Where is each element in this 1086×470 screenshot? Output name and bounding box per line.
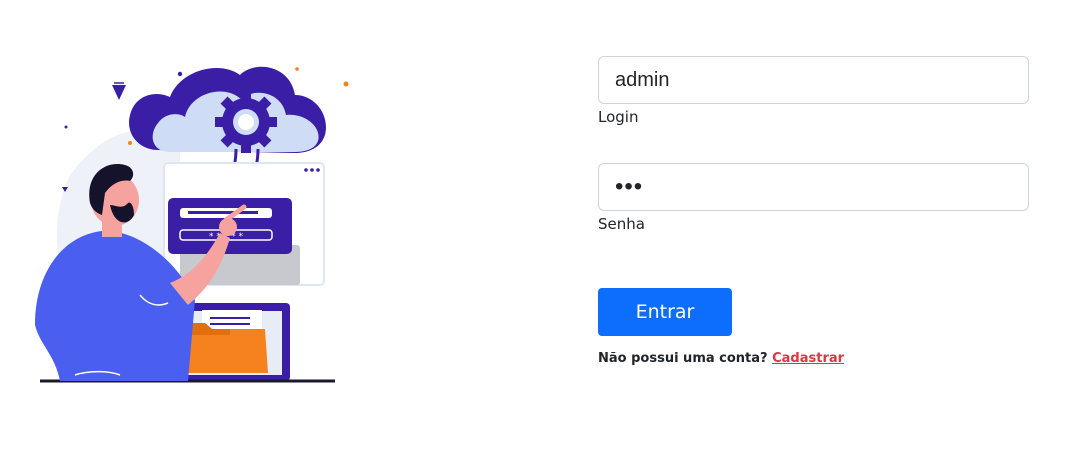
cloud-login-illustration: * * * * * bbox=[30, 55, 360, 390]
password-label: Senha bbox=[598, 215, 645, 233]
password-input[interactable] bbox=[598, 163, 1029, 211]
username-input[interactable] bbox=[598, 56, 1029, 104]
username-label: Login bbox=[598, 108, 639, 126]
signup-prompt-text: Não possui uma conta? bbox=[598, 351, 768, 366]
login-page: * * * * * bbox=[0, 0, 1086, 470]
signup-prompt: Não possui uma conta? Cadastrar bbox=[598, 351, 844, 366]
login-form: Login Senha Entrar Não possui uma conta?… bbox=[598, 56, 1029, 366]
login-button[interactable]: Entrar bbox=[598, 288, 732, 336]
signup-link[interactable]: Cadastrar bbox=[772, 351, 844, 366]
